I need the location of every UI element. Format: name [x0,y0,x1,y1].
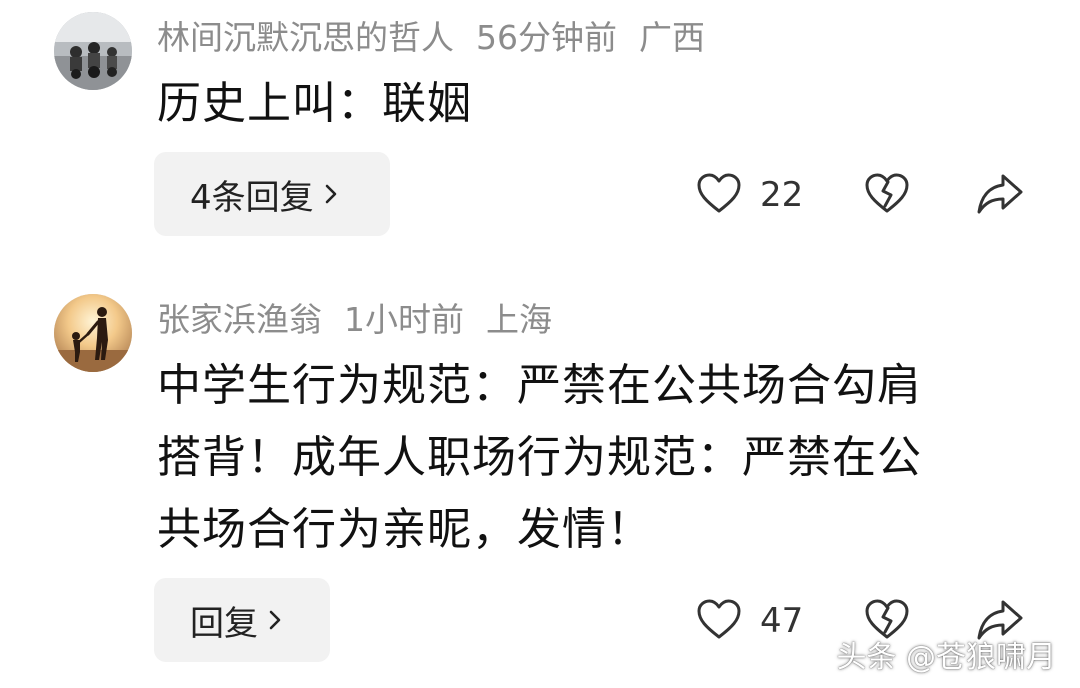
reply-label: 回复 [190,603,258,644]
motorcycle-riders-icon [54,12,132,90]
avatar[interactable] [54,12,132,90]
share-button[interactable] [976,172,1024,220]
location: 上海 [486,300,552,339]
location: 广西 [639,18,705,57]
watermark: 头条 @苍狼啸月 [836,640,1056,675]
dislike-button[interactable] [864,172,910,218]
broken-heart-icon [864,172,910,218]
reply-button[interactable]: 回复 [154,578,330,662]
comment-text-line: 搭背！成年人职场行为规范：严禁在公 [157,432,922,483]
comment-meta: 林间沉默沉思的哲人 56分钟前 广西 [157,18,727,58]
comment-text-line: 共场合行为亲昵，发情！ [157,504,652,555]
comment-text-line: 中学生行为规范：严禁在公共场合勾肩 [157,360,922,411]
like-button[interactable]: 47 [696,598,803,644]
timestamp: 1小时前 [344,300,464,339]
avatar[interactable] [54,294,132,372]
reply-label: 4条回复 [190,177,314,218]
share-arrow-icon [976,172,1024,220]
username[interactable]: 张家浜渔翁 [157,300,322,339]
chevron-right-icon [268,609,282,631]
comment-text: 中学生行为规范：严禁在公共场合勾肩 搭背！成年人职场行为规范：严禁在公 共场合行… [157,350,1017,566]
comment-meta: 张家浜渔翁 1小时前 上海 [157,300,574,340]
comment-item: 张家浜渔翁 1小时前 上海 中学生行为规范：严禁在公共场合勾肩 搭背！成年人职场行为… [0,282,1080,688]
like-count: 47 [760,601,804,641]
comment-text: 历史上叫：联姻 [157,78,472,129]
like-count: 22 [760,175,804,215]
sunset-parent-child-icon [54,294,132,372]
chevron-right-icon [324,183,338,205]
reply-button[interactable]: 4条回复 [154,152,390,236]
heart-icon [696,598,742,644]
comment-feed: 林间沉默沉思的哲人 56分钟前 广西 历史上叫：联姻 4条回复 22 张家浜渔翁… [0,0,1080,688]
like-button[interactable]: 22 [696,172,803,218]
username[interactable]: 林间沉默沉思的哲人 [157,18,454,57]
heart-icon [696,172,742,218]
comment-item: 林间沉默沉思的哲人 56分钟前 广西 历史上叫：联姻 4条回复 22 [0,0,1080,260]
timestamp: 56分钟前 [476,18,617,57]
